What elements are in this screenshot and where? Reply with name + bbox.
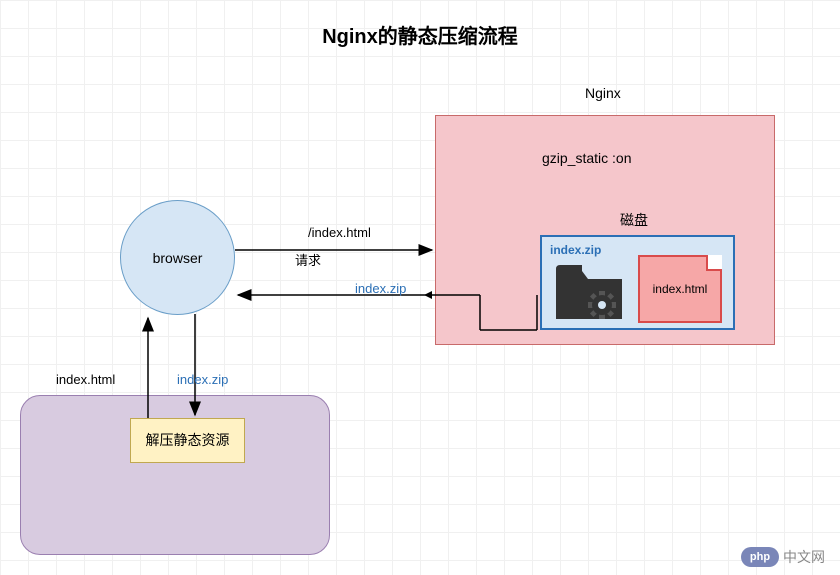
zip-filename-label: index.zip [550,243,601,257]
diagram-title: Nginx的静态压缩流程 [322,20,518,49]
decompress-node: 解压静态资源 [130,418,245,463]
nginx-label: Nginx [585,85,621,101]
response-zip-label: index.zip [355,281,406,296]
disk-box: index.zip index. [540,235,735,330]
browser-node: browser [120,200,235,315]
watermark-text: 中文网 [783,547,825,567]
file-name-label: index.html [653,282,708,296]
folder-gear-icon [554,261,624,321]
request-label: 请求 [295,250,321,269]
request-path-label: /index.html [308,225,371,240]
php-logo-icon: php [741,547,779,567]
up-html-label: index.html [56,372,115,387]
disk-label: 磁盘 [620,210,648,230]
browser-label: browser [153,250,203,266]
decompress-label: 解压静态资源 [146,432,230,449]
file-icon: index.html [638,255,722,323]
watermark: php 中文网 [741,547,825,567]
gzip-config-label: gzip_static :on [542,150,632,166]
down-zip-label: index.zip [177,372,228,387]
